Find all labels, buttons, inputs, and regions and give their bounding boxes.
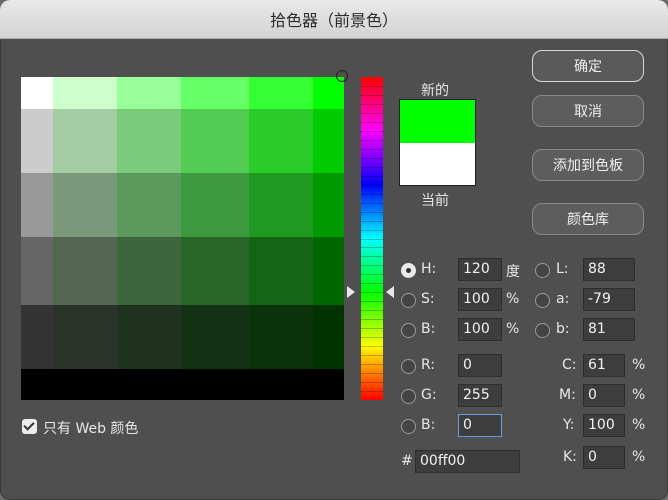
brightness-label: B: bbox=[421, 321, 436, 337]
lab-a-input[interactable]: -79 bbox=[583, 288, 635, 311]
black-unit: % bbox=[632, 449, 646, 465]
yellow-label: Y: bbox=[563, 417, 575, 433]
blue-label: B: bbox=[421, 417, 436, 433]
hue-input[interactable]: 120 bbox=[458, 258, 502, 281]
hue-slider-step bbox=[361, 382, 383, 383]
cyan-input[interactable]: 61 bbox=[583, 354, 625, 377]
hue-slider-step bbox=[361, 104, 383, 105]
hue-slider-step bbox=[361, 239, 383, 240]
green-label: G: bbox=[421, 387, 437, 403]
hue-slider-right-handle-icon[interactable] bbox=[386, 286, 394, 298]
hue-slider-step bbox=[361, 131, 383, 132]
hue-slider-step bbox=[361, 292, 383, 293]
hue-slider-step bbox=[361, 149, 383, 150]
hue-slider-step bbox=[361, 194, 383, 195]
lab-a-label: a: bbox=[556, 291, 570, 307]
radio-lab-l[interactable] bbox=[535, 263, 550, 278]
hue-slider-step bbox=[361, 247, 383, 248]
black-label: K: bbox=[563, 449, 577, 465]
magenta-label: M: bbox=[559, 387, 576, 403]
add-to-swatches-button[interactable]: 添加到色板 bbox=[532, 149, 644, 181]
radio-saturation[interactable] bbox=[401, 293, 416, 308]
saturation-label: S: bbox=[421, 291, 435, 307]
radio-hue[interactable] bbox=[401, 263, 416, 278]
web-color-field-svg[interactable] bbox=[21, 77, 344, 400]
hue-slider-step bbox=[361, 256, 383, 257]
hue-slider-step bbox=[361, 203, 383, 204]
black-input[interactable]: 0 bbox=[583, 446, 625, 469]
hue-slider-step bbox=[361, 212, 383, 213]
hue-slider-step bbox=[361, 176, 383, 177]
red-label: R: bbox=[421, 357, 436, 373]
hex-input[interactable]: 00ff00 bbox=[415, 450, 520, 473]
hue-slider-step bbox=[361, 355, 383, 356]
hue-label: H: bbox=[421, 261, 437, 277]
hue-slider-step bbox=[361, 328, 383, 329]
window-title: 拾色器（前景色） bbox=[269, 11, 398, 30]
blue-input[interactable]: 0 bbox=[458, 414, 502, 437]
radio-brightness[interactable] bbox=[401, 323, 416, 338]
hue-slider-left-handle-icon[interactable] bbox=[347, 286, 355, 298]
color-picker-window: 拾色器（前景色） 新的 当前 确定 取消 添加到色板 颜色库 H: 120 度 … bbox=[0, 0, 668, 500]
hue-slider-step bbox=[361, 221, 383, 222]
saturation-input[interactable]: 100 bbox=[458, 288, 502, 311]
hue-slider-step bbox=[361, 391, 383, 392]
hue-slider-step bbox=[361, 95, 383, 96]
hue-slider-step bbox=[361, 301, 383, 302]
radio-green[interactable] bbox=[401, 389, 416, 404]
yellow-unit: % bbox=[632, 417, 646, 433]
hue-slider-step bbox=[361, 265, 383, 266]
cancel-button[interactable]: 取消 bbox=[532, 95, 644, 127]
red-input[interactable]: 0 bbox=[458, 354, 502, 377]
cyan-label: C: bbox=[562, 357, 577, 373]
web-colors-only-label: 只有 Web 颜色 bbox=[43, 421, 139, 437]
hue-slider-step bbox=[361, 364, 383, 365]
color-field-marker[interactable] bbox=[336, 70, 348, 82]
color-field[interactable] bbox=[21, 77, 344, 400]
hue-slider-step bbox=[361, 310, 383, 311]
hue-unit: 度 bbox=[506, 264, 520, 280]
hue-slider-step bbox=[361, 319, 383, 320]
lab-l-label: L: bbox=[556, 261, 569, 277]
radio-lab-b[interactable] bbox=[535, 323, 550, 338]
color-preview bbox=[399, 99, 476, 186]
hue-slider-step bbox=[361, 274, 383, 275]
green-input[interactable]: 255 bbox=[458, 384, 502, 407]
hue-slider-step bbox=[361, 86, 383, 87]
brightness-input[interactable]: 100 bbox=[458, 318, 502, 341]
ok-button[interactable]: 确定 bbox=[532, 50, 644, 82]
yellow-input[interactable]: 100 bbox=[583, 414, 625, 437]
web-colors-only-checkbox[interactable] bbox=[22, 419, 37, 434]
hue-slider-step bbox=[361, 230, 383, 231]
hue-slider-step bbox=[361, 346, 383, 347]
radio-lab-a[interactable] bbox=[535, 293, 550, 308]
current-color-label: 当前 bbox=[421, 193, 449, 209]
hue-slider-step bbox=[361, 122, 383, 123]
title-bar: 拾色器（前景色） bbox=[0, 0, 668, 39]
hue-slider-step bbox=[361, 167, 383, 168]
lab-l-input[interactable]: 88 bbox=[583, 258, 635, 281]
magenta-unit: % bbox=[632, 387, 646, 403]
magenta-input[interactable]: 0 bbox=[583, 384, 625, 407]
color-libraries-button[interactable]: 颜色库 bbox=[532, 203, 644, 235]
saturation-unit: % bbox=[506, 291, 520, 307]
lab-b-input[interactable]: 81 bbox=[583, 318, 635, 341]
hue-slider-step bbox=[361, 373, 383, 374]
radio-blue[interactable] bbox=[401, 419, 416, 434]
hue-slider-step bbox=[361, 185, 383, 186]
hue-slider-step bbox=[361, 158, 383, 159]
cyan-unit: % bbox=[632, 357, 646, 373]
new-color-label: 新的 bbox=[421, 83, 449, 99]
hue-slider-step bbox=[361, 337, 383, 338]
radio-red[interactable] bbox=[401, 359, 416, 374]
brightness-unit: % bbox=[506, 321, 520, 337]
hue-slider-step bbox=[361, 113, 383, 114]
hex-label: # bbox=[401, 453, 413, 469]
hue-slider[interactable] bbox=[361, 77, 383, 400]
hue-slider-step bbox=[361, 283, 383, 284]
hue-slider-step bbox=[361, 140, 383, 141]
lab-b-label: b: bbox=[556, 321, 570, 337]
current-color-swatch[interactable] bbox=[400, 143, 475, 185]
new-color-swatch bbox=[400, 100, 475, 143]
